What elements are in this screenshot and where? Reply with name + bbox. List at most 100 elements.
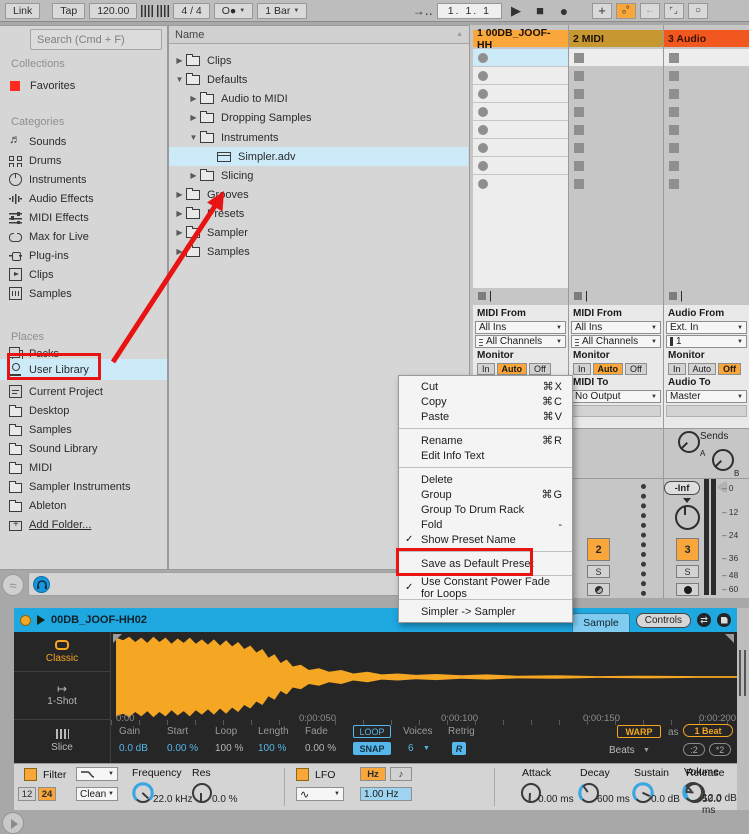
frequency-knob[interactable] xyxy=(133,783,153,803)
filter-enable-checkbox[interactable] xyxy=(24,768,37,781)
tap-tempo-button[interactable]: Tap xyxy=(52,3,85,19)
sidebar-item-favorites[interactable]: Favorites xyxy=(9,76,165,95)
tree-item-slicing[interactable]: ▶Slicing xyxy=(169,166,468,185)
menu-item-rename[interactable]: Rename⌘R xyxy=(399,433,572,448)
track-3-solo-button[interactable]: S xyxy=(676,565,699,578)
menu-item-cut[interactable]: Cut⌘X xyxy=(399,379,572,394)
audio-to-select[interactable]: Master▼ xyxy=(666,390,747,403)
monitor-off-button[interactable]: Off xyxy=(718,363,741,375)
clip-slot[interactable] xyxy=(569,121,663,138)
tree-item-instruments[interactable]: ▼Instruments xyxy=(169,128,468,147)
menu-item-fold[interactable]: Fold- xyxy=(399,517,572,532)
clip-slot[interactable] xyxy=(664,121,749,138)
lfo-wave-select[interactable]: ∿▼ xyxy=(296,787,344,801)
attack-value[interactable]: 0.00 ms xyxy=(538,794,574,805)
loop-button[interactable]: LOOP xyxy=(353,725,391,738)
midi-from-select[interactable]: All Ins▼ xyxy=(571,321,661,334)
metronome-button[interactable]: O●▼ xyxy=(214,3,253,19)
menu-item-save-as-default-preset[interactable]: Save as Default Preset xyxy=(399,556,572,571)
frequency-value[interactable]: 22.0 kHz xyxy=(153,794,192,805)
menu-item-group-to-drum-rack[interactable]: Group To Drum Rack xyxy=(399,502,572,517)
monitor-off-button[interactable]: Off xyxy=(529,363,551,375)
tree-item-audio-to-midi[interactable]: ▶Audio to MIDI xyxy=(169,89,468,108)
tree-item-simpler-adv[interactable]: Simpler.adv xyxy=(169,147,468,166)
track-1-header[interactable]: 1 00DB_JOOF-HH xyxy=(473,30,568,47)
send-a-knob[interactable] xyxy=(678,431,700,453)
clip-slot[interactable] xyxy=(664,139,749,156)
track-3-arm-button[interactable] xyxy=(676,583,699,596)
automation-arm-button[interactable]: ₒ° xyxy=(616,3,636,19)
warp-beat-field[interactable]: 1 Beat xyxy=(683,724,733,737)
tempo-field[interactable]: 120.00 xyxy=(89,3,137,19)
clip-slot[interactable] xyxy=(473,67,568,84)
sustain-value[interactable]: 0.0 dB xyxy=(651,794,680,805)
nudge-up-icon[interactable] xyxy=(157,5,169,17)
monitor-in-button[interactable]: In xyxy=(477,363,495,375)
mode-classic-tab[interactable]: Classic xyxy=(14,632,110,672)
sidebar-item-add-folder[interactable]: Add Folder... xyxy=(9,515,165,534)
preview-headphones-button[interactable] xyxy=(33,576,50,593)
device-title-bar[interactable]: 00DB_JOOF-HH02 Sample Controls ⇄ xyxy=(14,608,737,632)
menu-item-paste[interactable]: Paste⌘V xyxy=(399,409,572,424)
track-3-activator[interactable]: 3 xyxy=(676,538,699,561)
monitor-in-button[interactable]: In xyxy=(668,363,686,375)
clip-slot[interactable] xyxy=(664,157,749,174)
tree-item-presets[interactable]: ▶Presets xyxy=(169,204,468,223)
midi-from-select[interactable]: All Ins▼ xyxy=(475,321,566,334)
clip-slot[interactable] xyxy=(569,175,663,192)
clip-slot[interactable] xyxy=(473,85,568,102)
warp-mode-select[interactable]: Beats xyxy=(609,745,635,756)
mode-slice-tab[interactable]: Slice xyxy=(14,720,110,762)
search-input[interactable] xyxy=(30,29,162,50)
track-2-solo-button[interactable]: S xyxy=(587,565,610,578)
monitor-auto-button[interactable]: Auto xyxy=(688,363,717,375)
sidebar-item-samples-place[interactable]: Samples xyxy=(9,420,165,439)
sidebar-item-plug-ins[interactable]: Plug-ins xyxy=(9,246,165,265)
device-play-icon[interactable] xyxy=(37,615,45,625)
session-record-button[interactable]: ○ xyxy=(688,3,708,19)
volume-value[interactable]: -12.0 dB xyxy=(699,793,737,804)
retrig-button[interactable]: R xyxy=(452,742,466,755)
sidebar-item-midi[interactable]: MIDI xyxy=(9,458,165,477)
overdub-button[interactable]: + xyxy=(592,3,612,19)
voices-dropdown-icon[interactable]: ▼ xyxy=(423,745,430,752)
audio-channel-select[interactable]: 1▼ xyxy=(666,335,747,348)
device-on-icon[interactable] xyxy=(20,615,31,626)
menu-item-show-preset-name[interactable]: ✓Show Preset Name xyxy=(399,532,572,547)
track-3-pan-knob[interactable] xyxy=(675,505,700,530)
midi-to-select[interactable]: No Output▼ xyxy=(571,390,661,403)
mode-one-shot-tab[interactable]: ↦1-Shot xyxy=(14,672,110,720)
track-stop-row[interactable]: | xyxy=(664,288,749,304)
clip-slot[interactable] xyxy=(664,103,749,120)
menu-item-use-constant-power-fade[interactable]: ✓Use Constant Power Fade for Loops xyxy=(399,580,572,595)
clip-slot[interactable] xyxy=(473,49,568,66)
gain-value[interactable]: 0.0 dB xyxy=(119,743,148,754)
sidebar-item-current-project[interactable]: Current Project xyxy=(9,382,165,401)
sample-end-handle[interactable] xyxy=(725,634,734,643)
clip-slot[interactable] xyxy=(473,121,568,138)
tree-name-column-header[interactable]: Name▲ xyxy=(169,26,469,44)
tree-item-clips[interactable]: ▶Clips xyxy=(169,51,468,70)
sidebar-item-audio-effects[interactable]: Audio Effects xyxy=(9,189,165,208)
lfo-enable-checkbox[interactable] xyxy=(296,768,309,781)
length-value[interactable]: 100 % xyxy=(258,743,286,754)
tab-controls[interactable]: Controls xyxy=(636,613,691,628)
sidebar-item-sampler-instruments[interactable]: Sampler Instruments xyxy=(9,477,165,496)
audio-from-select[interactable]: Ext. In▼ xyxy=(666,321,747,334)
track-3-header[interactable]: 3 Audio xyxy=(664,30,749,47)
save-preset-icon[interactable] xyxy=(717,613,731,627)
tree-item-sampler[interactable]: ▶Sampler xyxy=(169,223,468,242)
clip-slot[interactable] xyxy=(664,175,749,192)
loop-value[interactable]: 100 % xyxy=(215,743,243,754)
sample-start-handle[interactable] xyxy=(113,634,122,643)
start-value[interactable]: 0.00 % xyxy=(167,743,198,754)
clip-slot[interactable] xyxy=(569,103,663,120)
clip-slot[interactable] xyxy=(473,103,568,120)
tab-sample[interactable]: Sample xyxy=(572,613,630,632)
bottom-browser-icon[interactable] xyxy=(2,812,24,834)
filter-slope-12-button[interactable]: 12 xyxy=(18,787,36,801)
midi-channel-select[interactable]: All Channels▼ xyxy=(571,335,661,348)
filter-circuit-select[interactable]: Clean▼ xyxy=(76,787,118,801)
monitor-off-button[interactable]: Off xyxy=(625,363,647,375)
waveform-toggle-icon[interactable]: ≈ xyxy=(2,574,24,596)
